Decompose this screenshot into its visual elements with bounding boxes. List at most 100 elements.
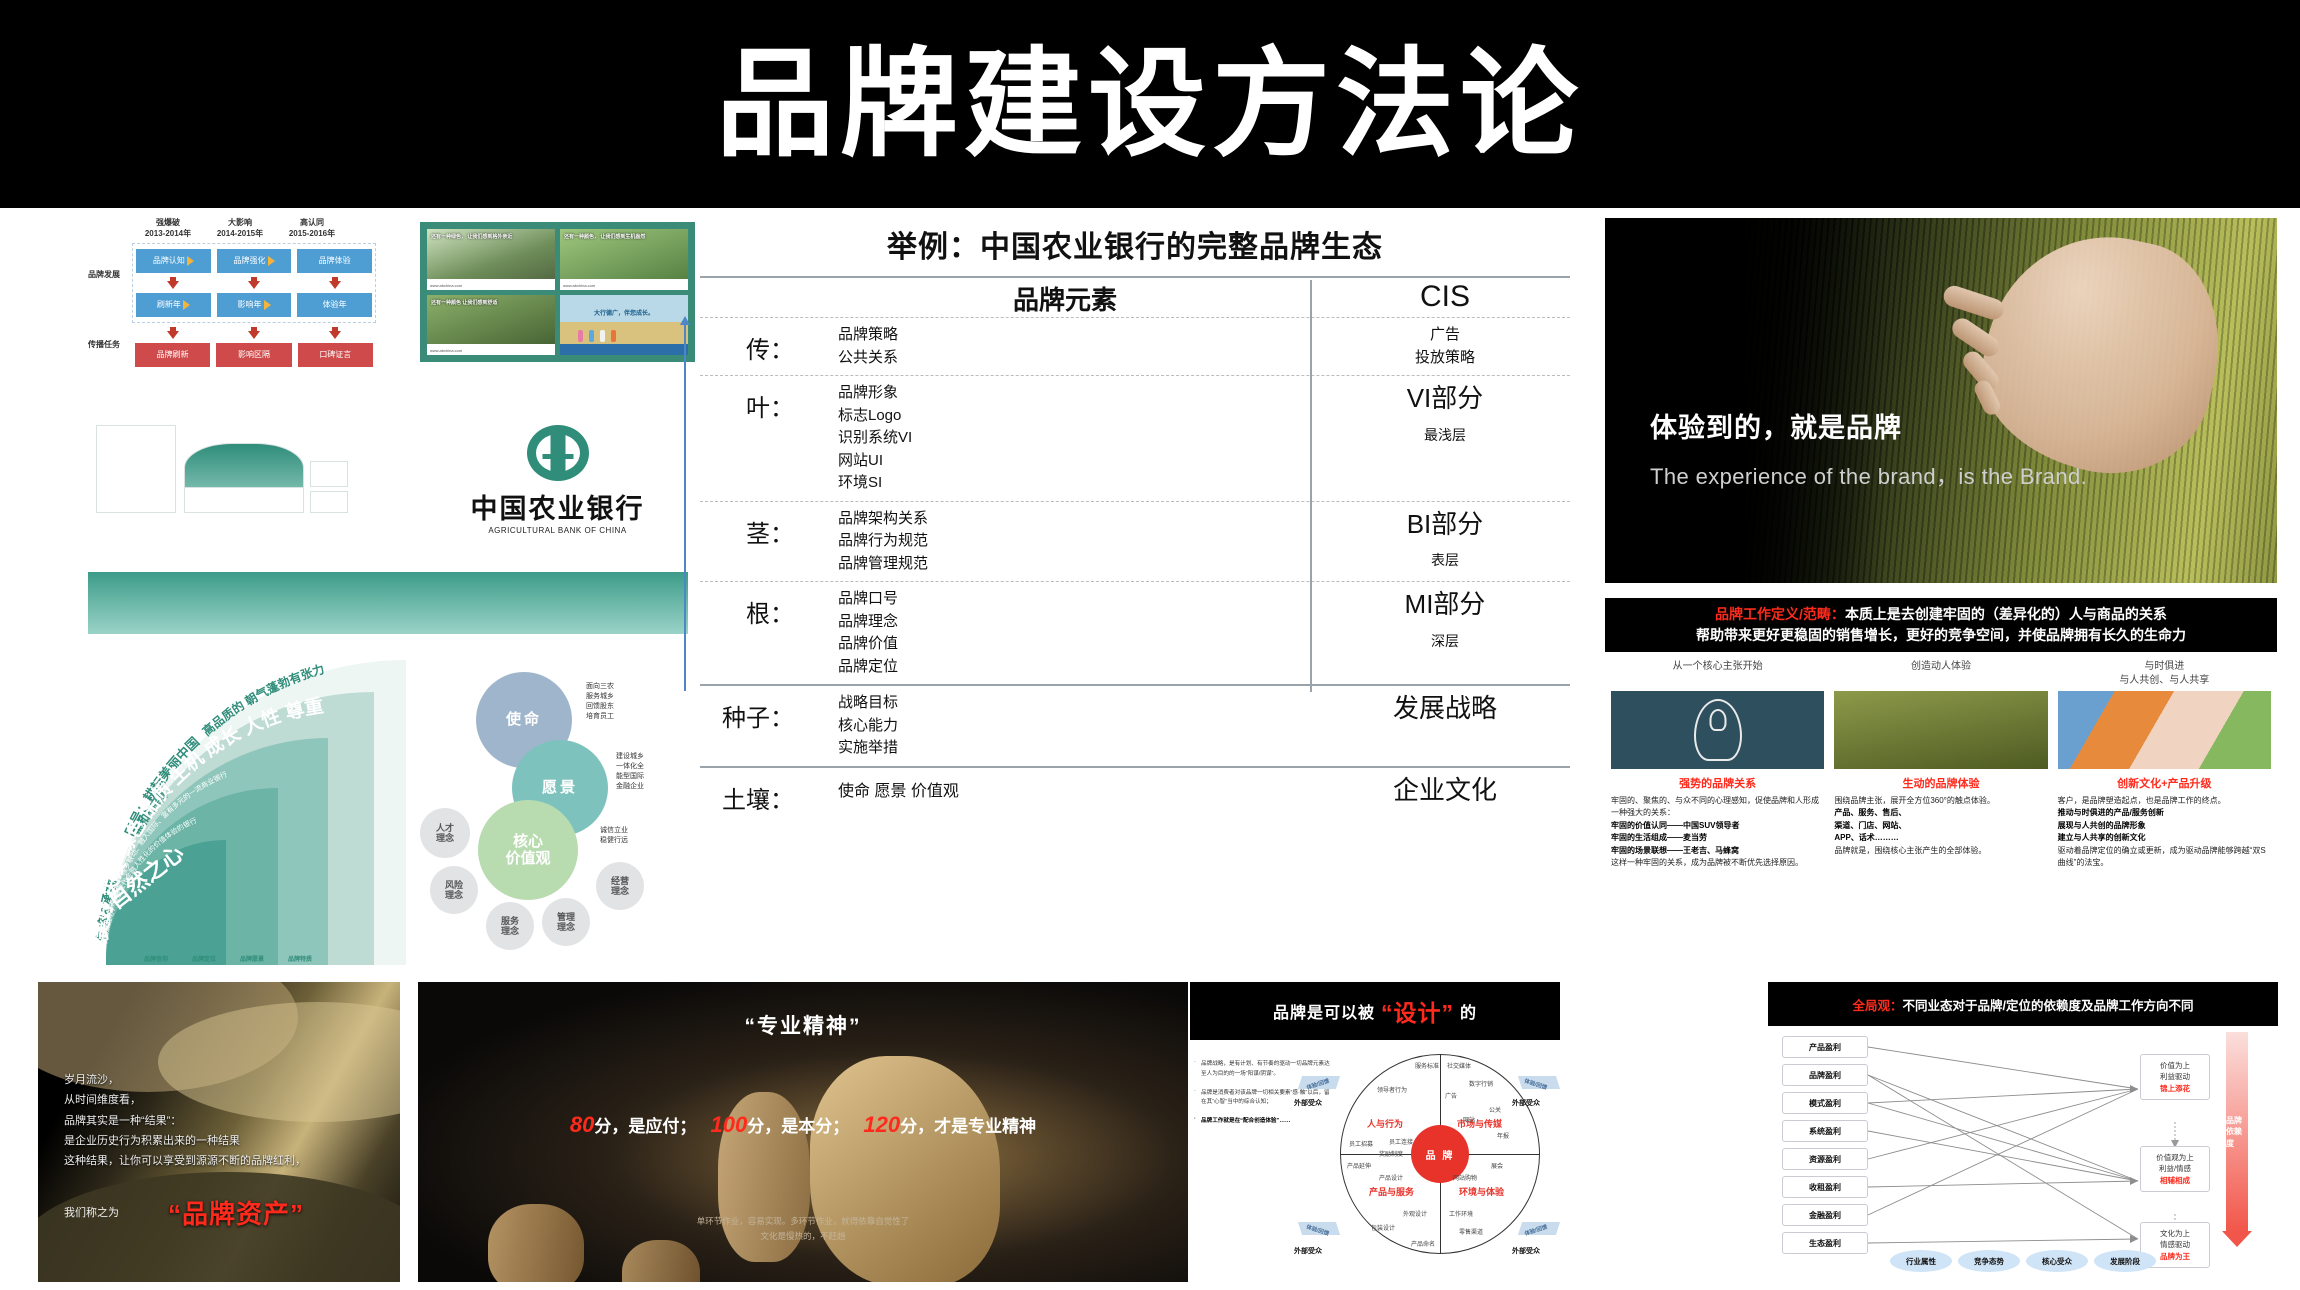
- brand-development-timeline: 强爆破 2013-2014年 大影响 2014-2015年 高认同 2015-2…: [86, 218, 376, 367]
- wheel-keyword: 产品延伸: [1347, 1164, 1372, 1170]
- desert-line: 这种结果，让你可以享受到源源不断的品牌红利，: [64, 1155, 306, 1168]
- design-bullet: 品牌工作就是在“配合创造体验”……: [1194, 1115, 1334, 1127]
- bubble-talent: 人才 理念: [420, 808, 470, 858]
- down-arrow-icon: [247, 326, 260, 339]
- outcome-highlight: 品牌为王: [2160, 1251, 2190, 1261]
- outcome-line: 情感驱动: [2160, 1240, 2190, 1250]
- outcome-highlight: 锦上添花: [2160, 1083, 2190, 1093]
- row-stage-label: 茎：: [746, 520, 794, 548]
- row-elements: 品牌口号 品牌理念 品牌价值 品牌定位: [838, 590, 899, 675]
- brand-asset-desert-panel: 岁月流沙， 从时间维度看， 品牌其实是一种“结果”： 是企业历史行为积累出来的一…: [38, 982, 400, 1282]
- network-factor-oval: 核心受众: [2026, 1250, 2088, 1272]
- ad-caption: 还有一种颜色， 让我们感到生机盎然: [564, 234, 646, 240]
- children-illustration: [577, 329, 616, 342]
- brand-design-panel: 品牌是可以被 “设计” 的 品牌战略，是有计划、有节奏的驱动一切品牌元素达至人为…: [1190, 982, 1561, 1282]
- wheel-keyword: 外观设计: [1403, 1212, 1428, 1218]
- timeline-grid: 品牌认知 刷新年 品牌强化 影响年 品牌体验 体验年: [132, 242, 376, 323]
- play-triangle-icon: [186, 255, 194, 266]
- row-cis-sub: 深层: [1431, 632, 1459, 649]
- network-node: 金融盈利: [1782, 1204, 1868, 1226]
- table-row: 根： 品牌口号 品牌理念 品牌价值 品牌定位 MI部分 深层: [700, 581, 1570, 684]
- network-outcome-node: 价值为上 利益驱动 锦上添花: [2140, 1054, 2210, 1100]
- wheel-keyword: 网站: [1463, 1118, 1476, 1124]
- design-title-highlight: “设计”: [1381, 1000, 1454, 1026]
- audience-label: 外部受众: [1294, 1100, 1322, 1107]
- ad-caption: 大行德广，伴您成长。: [593, 310, 655, 317]
- score-text: 分，是本分；: [747, 1117, 850, 1136]
- wheel-keyword: 奖励制度: [1379, 1152, 1404, 1158]
- score-text: 分，才是专业精神: [900, 1117, 1037, 1136]
- desert-last-prefix: 我们称之为: [64, 1207, 119, 1219]
- pillar-heading: 生动的品牌体验: [1902, 778, 1980, 790]
- table-header-row: 品牌元素 CIS: [700, 280, 1570, 317]
- bubble-core-values: 核心 价值观: [478, 800, 578, 900]
- network-title-label: 全局观：: [1852, 998, 1903, 1013]
- three-pillars-section: 从一个核心主张开始 强势的品牌关系 牢固的、聚焦的、与众不同的心理感知，促使品牌…: [1605, 660, 2277, 960]
- pillar-body-top: 客户，是品牌塑造起点，也是品牌工作的终点。: [2057, 796, 2226, 805]
- wheel-keyword: 数字行销: [1469, 1082, 1494, 1088]
- wheel-keyword: 服务标准: [1415, 1064, 1440, 1070]
- hands-together-photo: [2057, 691, 2271, 769]
- bubble-risk: 风险 理念: [430, 866, 478, 914]
- abc-advertising-board: 还有一种绿色， 让我们感到格外亲近 www.abchina.com 还有一种颜色…: [420, 222, 695, 362]
- outcome-line: 利益/情感: [2158, 1164, 2192, 1174]
- pillar-bold-line: 推动与时俱进的产品/服务创新: [2057, 808, 2164, 818]
- pillar-bold-line: 牢固的价值认同——中国SUV领导者: [1611, 820, 1740, 830]
- potter-figure: [810, 1056, 1000, 1282]
- timeline-column-2: 品牌体验 体验年: [297, 248, 373, 317]
- pillar-bold-line: APP、话术………: [1834, 833, 1899, 843]
- stationery-letterhead: [96, 425, 176, 513]
- wheel-keyword: 员工连接: [1389, 1140, 1414, 1146]
- table-top-rule: [700, 276, 1570, 278]
- wheel-keyword: 员工招募: [1349, 1142, 1374, 1148]
- outcome-line: 文化为上: [2160, 1229, 2190, 1238]
- ad-poster-rhino: 还有一种绿色， 让我们感到格外亲近 www.abchina.com: [427, 229, 555, 290]
- timeline-header-0: 强爆破 2013-2014年: [132, 218, 204, 240]
- timeline-stage-box: 体验年: [297, 292, 373, 317]
- stationery-card-b: [310, 491, 348, 513]
- timeline-row-label-tasks: 传播任务: [88, 339, 120, 349]
- desert-line: 岁月流沙，: [64, 1074, 119, 1086]
- desert-text-block: 岁月流沙， 从时间维度看， 品牌其实是一种“结果”： 是企业历史行为积累出来的一…: [64, 1070, 306, 1172]
- network-node: 模式盈利: [1782, 1092, 1868, 1114]
- score-number: 80: [569, 1112, 595, 1137]
- down-arrow-icon: [166, 326, 179, 339]
- pottery-sub-line: 文化是慢热的，不赶趟: [760, 1231, 846, 1242]
- arc-bottom-labels: 品牌信仰 品牌定位 品牌愿景 品牌特质: [144, 954, 312, 963]
- pillar-bold-line: 牢固的生活组成——麦当劳: [1611, 833, 1707, 843]
- wheel-keyword: 社交媒体: [1447, 1064, 1472, 1070]
- outcome-line: 价值观为上: [2156, 1153, 2194, 1162]
- pillar-body-top: 围绕品牌主张，展开全方位360°的触点体验。: [1834, 796, 1995, 805]
- timeline-stage-years: 2015-2016年: [288, 228, 336, 238]
- pottery-title: “专业精神”: [744, 1015, 862, 1038]
- table-row: 土壤： 使命 愿景 价值观 企业文化: [700, 765, 1570, 821]
- timeline-stage-name: 大影响: [228, 218, 252, 227]
- pillar-bold-line: 建立与人共享的创新文化: [2057, 833, 2146, 843]
- timeline-stage-box: 刷新年: [136, 292, 211, 317]
- wheel-keyword: 零售渠道: [1459, 1230, 1484, 1236]
- bubble-label: 经营 理念: [610, 875, 629, 896]
- row-elements: 品牌形象 标志Logo 识别系统VI 网站UI 环境SI: [838, 384, 913, 491]
- timeline-header-2: 高认同 2015-2016年: [276, 218, 348, 240]
- timeline-column-0: 品牌认知 刷新年: [136, 248, 211, 317]
- arcs-svg: 包容&承载 口号：耕耘美丽中国 亲和&保障 高品质的 朝气蓬勃有张力 美好 关爱…: [89, 660, 406, 965]
- wheel-keyword: 网站购物: [1453, 1176, 1478, 1182]
- row-cis-sub: 表层: [1431, 552, 1459, 568]
- network-title-bar: 全局观： 不同业态对于品牌/定位的依赖度及品牌工作方向不同: [1768, 982, 2278, 1026]
- play-triangle-icon: [267, 255, 275, 266]
- abc-mini-logo-icon: [545, 280, 552, 288]
- network-node: 资源盈利: [1782, 1148, 1868, 1170]
- timeline-stage-label: 品牌体验: [318, 256, 351, 266]
- teal-gradient-band: [88, 572, 688, 634]
- mission-vision-values-bubbles: 使命 面向三农 服务城乡 回馈股东 培育员工 愿景 建设城乡 一体化全 能型国际…: [420, 668, 700, 968]
- page-title: 品牌建设方法论: [715, 34, 1584, 173]
- brand-value-arcs: 包容&承载 口号：耕耘美丽中国 亲和&保障 高品质的 朝气蓬勃有张力 美好 关爱…: [86, 660, 416, 965]
- ad-poster-bird: 还有一种颜色 让我们感到舒适 www.abchina.com: [427, 294, 555, 355]
- pillar-heading: 强势的品牌关系: [1679, 778, 1757, 790]
- network-node: 品牌盈利: [1782, 1064, 1868, 1086]
- table-row: 种子： 战略目标 核心能力 实施举措 发展战略: [700, 684, 1570, 766]
- design-title-pre: 品牌是可以被: [1272, 1005, 1375, 1022]
- timeline-task-2: 口碑证言: [297, 326, 373, 367]
- brand-touchpoint-wheel: 品 牌 人与行为 服务标准 领导者行为 员工招募 员工连接 奖励制度 市场与传媒…: [1340, 1054, 1540, 1254]
- table-header-cis: CIS: [1419, 280, 1470, 313]
